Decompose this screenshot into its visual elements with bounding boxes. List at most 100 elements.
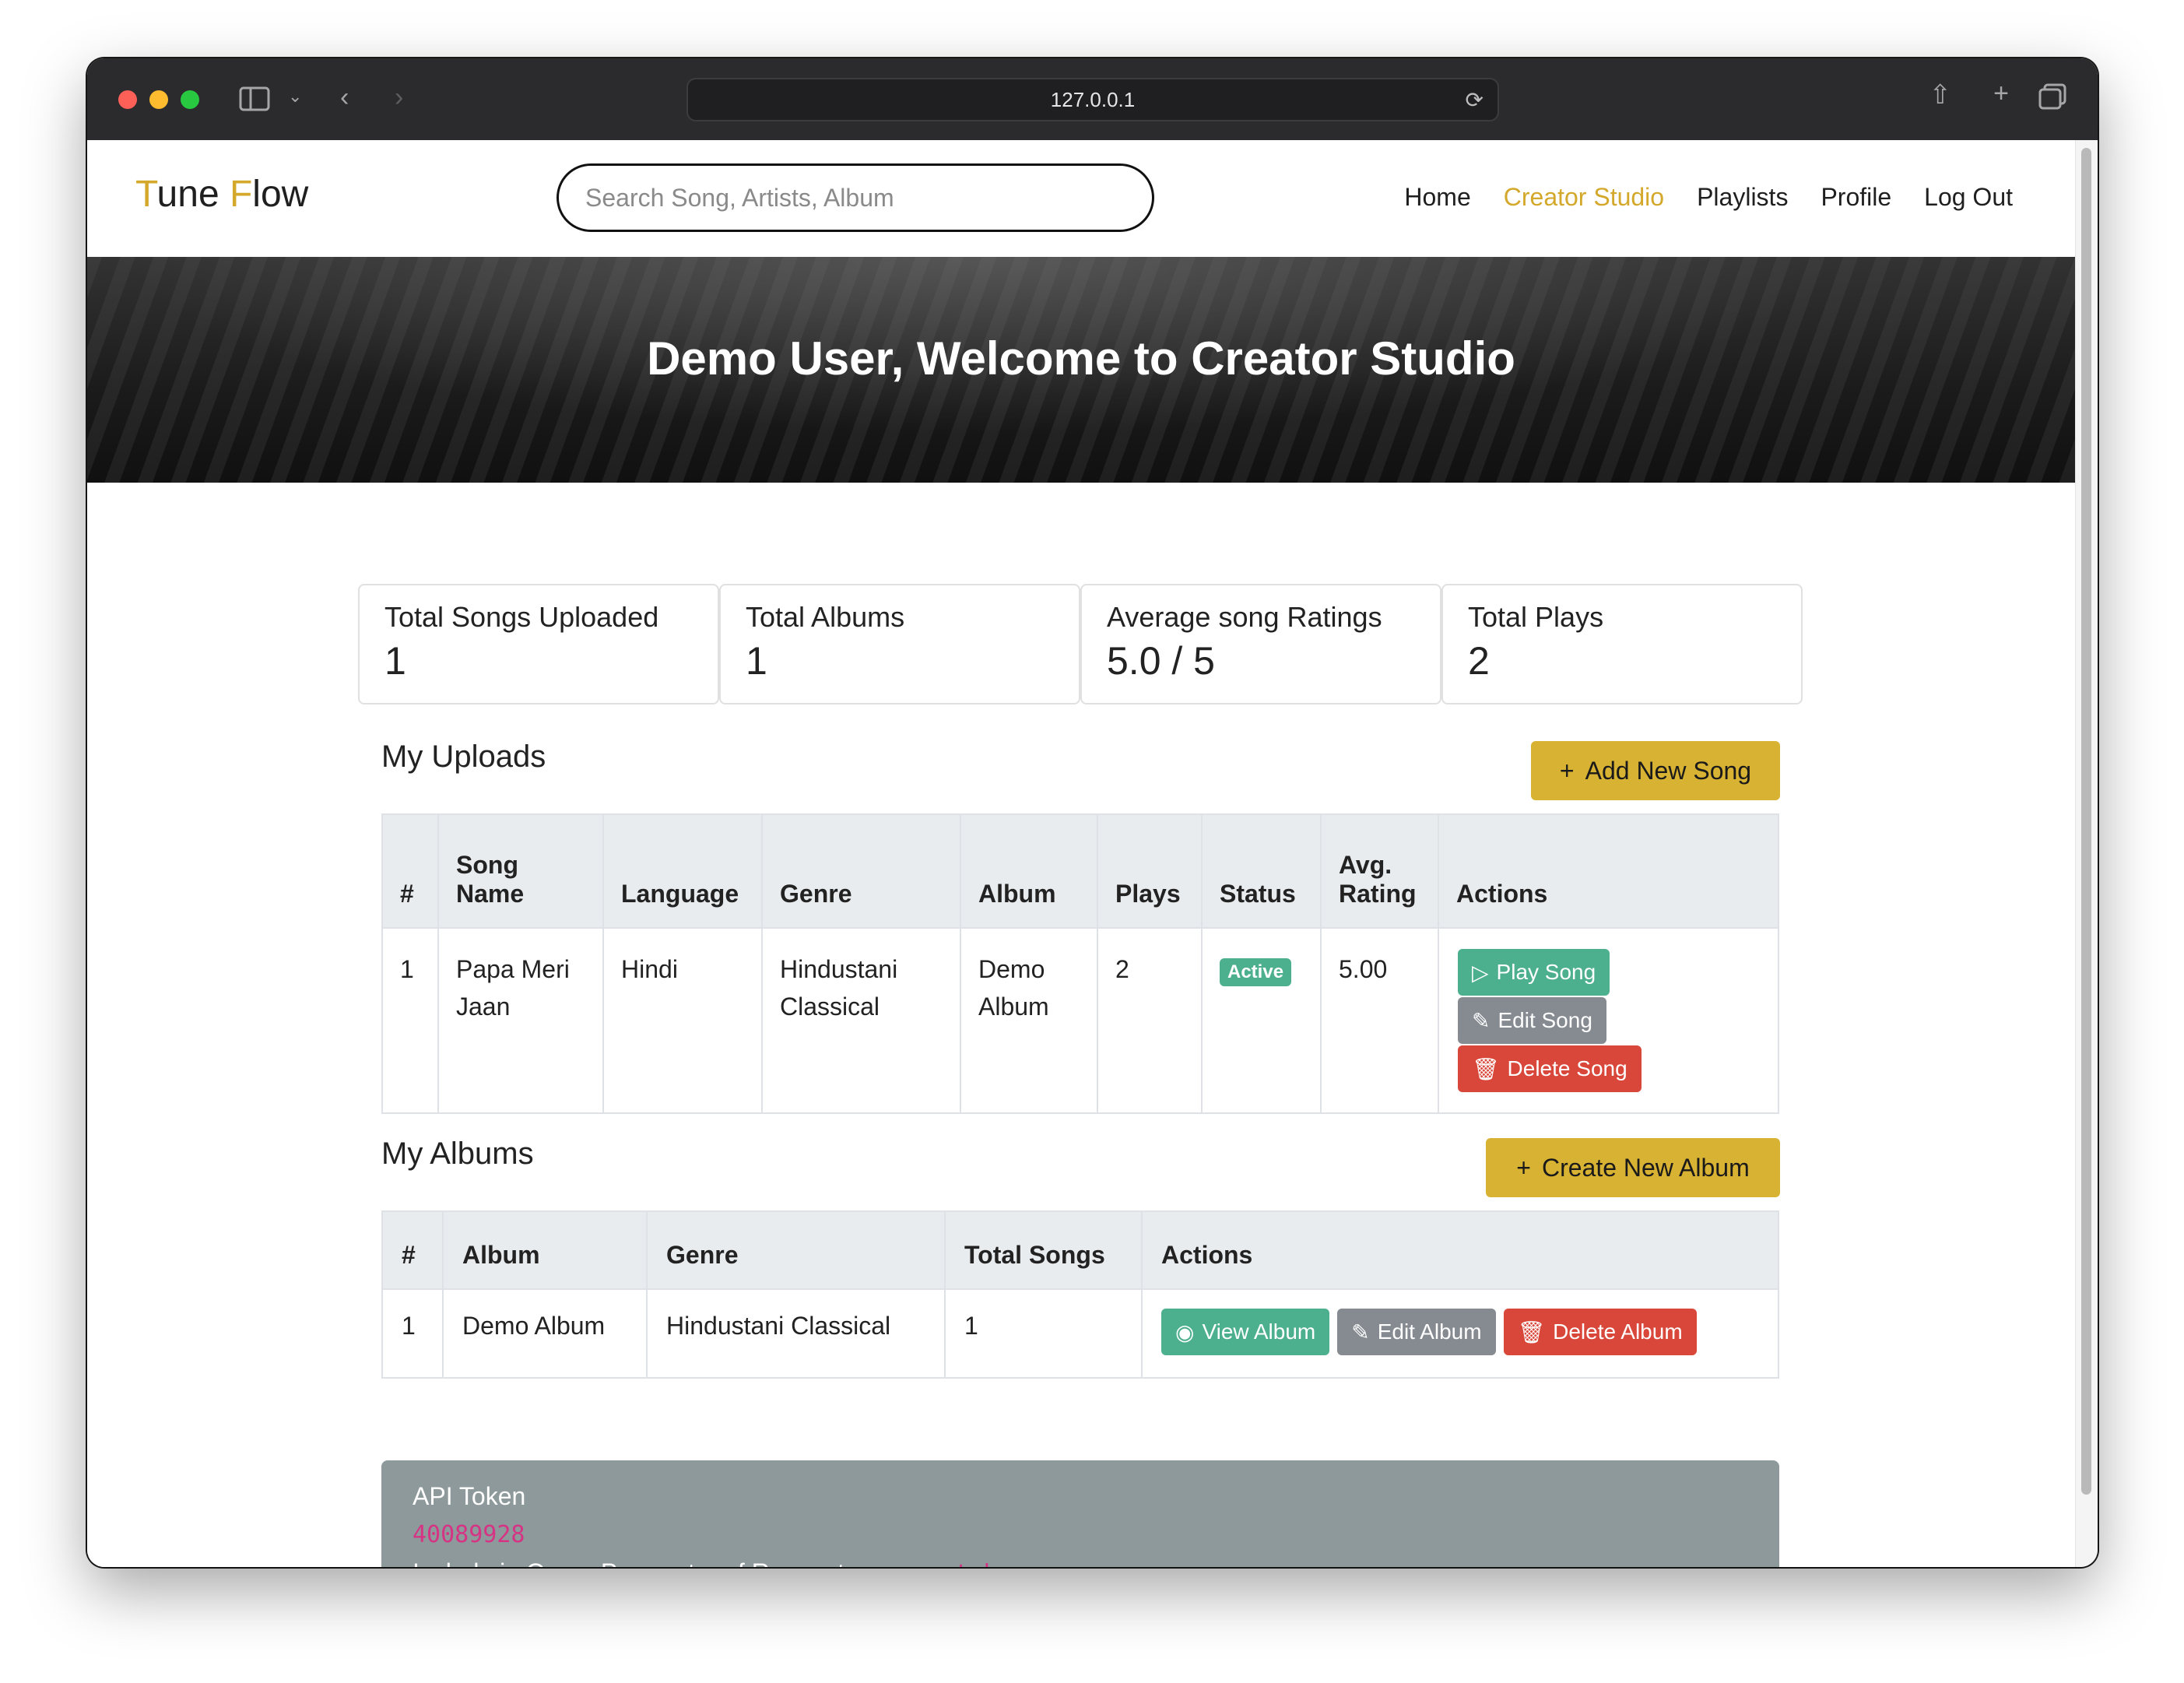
share-icon[interactable]: ⇧: [1929, 82, 1952, 108]
stats-row: Total Songs Uploaded 1 Total Albums 1 Av…: [358, 584, 1803, 704]
nav-links: Home Creator Studio Playlists Profile Lo…: [1404, 183, 2013, 212]
stat-label: Total Songs Uploaded: [384, 601, 659, 633]
stat-card-ratings: Average song Ratings 5.0 / 5: [1080, 584, 1441, 704]
col-header: Genre: [761, 813, 961, 929]
create-new-album-label: Create New Album: [1541, 1153, 1750, 1182]
cell-genre: Hindustani Classical: [646, 1288, 946, 1379]
site-navbar: Tune Flow Home Creator Studio Playlists …: [87, 140, 2075, 257]
trash-icon: 🗑: [1517, 1319, 1546, 1344]
delete-album-button[interactable]: 🗑 Delete Album: [1503, 1309, 1697, 1355]
edit-album-label: Edit Album: [1377, 1319, 1482, 1344]
create-new-album-button[interactable]: + Create New Album: [1486, 1138, 1780, 1197]
hero-banner: Demo User, Welcome to Creator Studio: [87, 257, 2075, 483]
back-icon[interactable]: ‹: [340, 84, 349, 111]
stat-label: Total Plays: [1468, 601, 1604, 633]
nav-playlists[interactable]: Playlists: [1697, 183, 1788, 212]
plus-icon: +: [1559, 756, 1575, 785]
sidebar-toggle-icon[interactable]: [239, 86, 270, 117]
uploads-table: # Song Name Language Genre Album Plays S…: [381, 813, 1779, 1114]
edit-album-button[interactable]: ✎ Edit Album: [1337, 1309, 1496, 1355]
stat-card-albums: Total Albums 1: [719, 584, 1080, 704]
cell-genre: Hindustani Classical: [761, 927, 961, 1114]
col-header: Plays: [1097, 813, 1203, 929]
view-album-label: View Album: [1202, 1319, 1316, 1344]
cell-song-name: Papa Meri Jaan: [437, 927, 604, 1114]
cell-language: Hindi: [602, 927, 763, 1114]
col-header: Actions: [1438, 813, 1779, 929]
brand-logo[interactable]: Tune Flow: [135, 173, 308, 216]
cell-actions: ◉ View Album ✎ Edit Album 🗑 Delete Album: [1141, 1288, 1779, 1379]
browser-titlebar: ⌄ ‹ › 127.0.0.1 ⟳ ⇧ +: [87, 58, 2098, 140]
pencil-icon: ✎: [1351, 1319, 1370, 1344]
search-input[interactable]: [557, 163, 1154, 232]
delete-song-label: Delete Song: [1507, 1056, 1627, 1080]
cell-total-songs: 1: [944, 1288, 1143, 1379]
brand-letter-f: F: [229, 174, 253, 215]
stat-label: Average song Ratings: [1107, 601, 1382, 633]
cell-plays: 2: [1097, 927, 1203, 1114]
nav-creator-studio[interactable]: Creator Studio: [1504, 183, 1664, 212]
nav-log-out[interactable]: Log Out: [1924, 183, 2013, 212]
col-header: Song Name: [437, 813, 604, 929]
cell-album: Demo Album: [442, 1288, 648, 1379]
cell-avg-rating: 5.00: [1320, 927, 1439, 1114]
delete-song-button[interactable]: 🗑 Delete Song: [1458, 1045, 1642, 1092]
minimize-window-button[interactable]: [149, 90, 168, 109]
reload-icon[interactable]: ⟳: [1466, 87, 1484, 113]
delete-album-label: Delete Album: [1553, 1319, 1683, 1344]
nav-profile[interactable]: Profile: [1821, 183, 1891, 212]
cell-album: Demo Album: [960, 927, 1098, 1114]
col-header: Album: [442, 1210, 648, 1290]
trash-icon: 🗑: [1472, 1056, 1500, 1081]
tabs-overview-icon[interactable]: [2038, 83, 2066, 114]
address-bar[interactable]: 127.0.0.1 ⟳: [686, 78, 1499, 121]
add-new-song-label: Add New Song: [1585, 756, 1752, 785]
albums-title: My Albums: [381, 1137, 534, 1171]
cell-num: 1: [381, 1288, 444, 1379]
new-tab-icon[interactable]: +: [1993, 80, 2009, 107]
uploads-title: My Uploads: [381, 740, 546, 774]
nav-home[interactable]: Home: [1404, 183, 1470, 212]
hero-title: Demo User, Welcome to Creator Studio: [647, 332, 1515, 385]
maximize-window-button[interactable]: [181, 90, 199, 109]
stat-value: 1: [384, 639, 406, 683]
albums-table: # Album Genre Total Songs Actions 1 Demo…: [381, 1210, 1779, 1379]
cell-num: 1: [381, 927, 439, 1114]
cell-status: Active: [1201, 927, 1322, 1114]
stat-value: 2: [1468, 639, 1490, 683]
cell-actions: ▷ Play Song ✎ Edit Song 🗑 Delete Song: [1438, 927, 1779, 1114]
edit-song-button[interactable]: ✎ Edit Song: [1458, 997, 1606, 1044]
brand-letter-t: T: [135, 174, 157, 215]
api-token-hint: Include in Query Parameter of Request as: [413, 1558, 878, 1567]
col-header: #: [381, 813, 439, 929]
plus-icon: +: [1516, 1153, 1531, 1182]
col-header: Total Songs: [944, 1210, 1143, 1290]
edit-song-label: Edit Song: [1498, 1008, 1592, 1032]
url-text: 127.0.0.1: [1050, 87, 1136, 111]
view-album-button[interactable]: ◉ View Album: [1161, 1309, 1330, 1355]
play-song-label: Play Song: [1496, 960, 1596, 984]
stat-card-plays: Total Plays 2: [1441, 584, 1803, 704]
close-window-button[interactable]: [118, 90, 137, 109]
eye-icon: ◉: [1175, 1319, 1195, 1344]
api-token-value[interactable]: 40089928: [413, 1521, 525, 1548]
status-badge: Active: [1220, 958, 1292, 986]
col-header: Avg. Rating: [1320, 813, 1439, 929]
scrollbar-thumb[interactable]: [2081, 148, 2091, 1495]
page-viewport: Tune Flow Home Creator Studio Playlists …: [87, 140, 2075, 1567]
stat-value: 1: [746, 639, 767, 683]
col-header: Actions: [1141, 1210, 1779, 1290]
play-song-button[interactable]: ▷ Play Song: [1458, 949, 1610, 996]
table-row: 1 Papa Meri Jaan Hindi Hindustani Classi…: [381, 927, 1779, 1114]
col-header: #: [381, 1210, 444, 1290]
col-header: Album: [960, 813, 1098, 929]
brand-text-low: low: [252, 174, 309, 215]
play-icon: ▷: [1472, 960, 1489, 985]
brand-text-une: une: [156, 174, 230, 215]
chevron-down-icon[interactable]: ⌄: [288, 88, 302, 105]
stat-label: Total Albums: [746, 601, 905, 633]
col-header: Language: [602, 813, 763, 929]
forward-icon[interactable]: ›: [395, 84, 403, 111]
add-new-song-button[interactable]: + Add New Song: [1531, 741, 1780, 800]
table-row: 1 Demo Album Hindustani Classical 1 ◉ Vi…: [381, 1288, 1779, 1379]
